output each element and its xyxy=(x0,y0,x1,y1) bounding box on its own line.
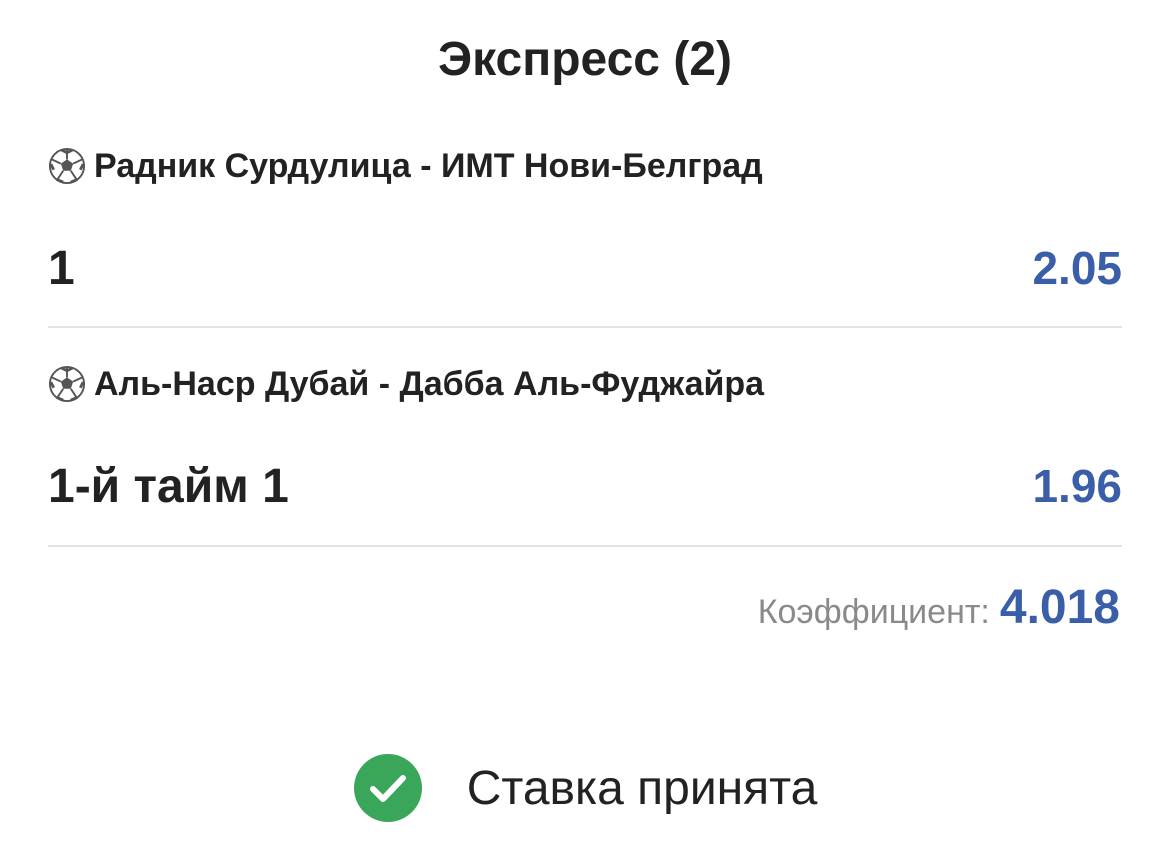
total-coefficient: Коэффициент: 4.018 xyxy=(758,580,1120,640)
bet-pick-row: 1-й тайм 1 1.96 xyxy=(48,456,1122,516)
bet-pick-row: 1 2.05 xyxy=(48,238,1122,298)
bet-status: Ставка принята xyxy=(0,752,1170,824)
bet-event-row: Радник Сурдулица - ИМТ Нови-Белград xyxy=(48,142,1122,190)
page-title: Экспресс (2) xyxy=(438,33,732,86)
bet-odds: 1.96 xyxy=(1032,460,1122,512)
divider xyxy=(48,326,1122,328)
bet-pick: 1 xyxy=(48,241,75,295)
event-name: Аль-Наср Дубай - Дабба Аль-Фуджайра xyxy=(94,364,765,403)
bet-pick: 1-й тайм 1 xyxy=(48,459,289,513)
check-circle-icon xyxy=(353,754,422,822)
soccer-ball-icon xyxy=(48,147,86,185)
bet-odds: 2.05 xyxy=(1032,242,1122,294)
status-text: Ставка принята xyxy=(466,761,818,815)
bet-event-row: Аль-Наср Дубай - Дабба Аль-Фуджайра xyxy=(48,360,1122,408)
soccer-ball-icon xyxy=(48,365,86,403)
divider xyxy=(48,545,1122,547)
event-name: Радник Сурдулица - ИМТ Нови-Белград xyxy=(94,146,763,185)
coefficient-label: Коэффициент: xyxy=(757,593,990,631)
coefficient-value: 4.018 xyxy=(999,581,1120,634)
